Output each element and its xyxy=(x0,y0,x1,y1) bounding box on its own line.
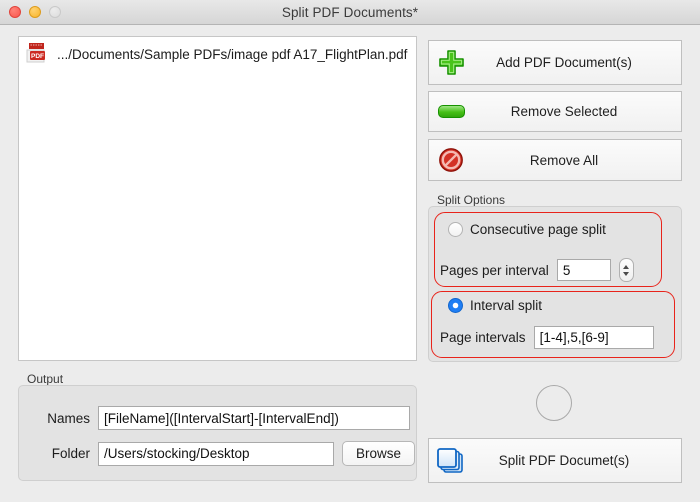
pdf-file-list[interactable]: PDF .../Documents/Sample PDFs/image pdf … xyxy=(18,36,417,361)
remove-selected-button[interactable]: Remove Selected xyxy=(428,91,682,132)
consecutive-page-split-label: Consecutive page split xyxy=(470,222,606,237)
split-options-group-label: Split Options xyxy=(437,193,506,207)
green-plus-icon xyxy=(429,49,473,76)
split-pdf-documents-label: Split PDF Documet(s) xyxy=(498,453,630,468)
pages-per-interval-stepper[interactable] xyxy=(618,258,634,282)
split-pdf-window: Split PDF Documents* PDF .../Documents/S… xyxy=(0,0,700,502)
remove-all-label: Remove All xyxy=(529,152,599,168)
remove-selected-label: Remove Selected xyxy=(510,104,618,119)
output-group xyxy=(18,385,417,481)
red-no-entry-icon xyxy=(429,147,473,173)
output-folder-row: Folder /Users/stocking/Desktop Browse xyxy=(35,441,416,466)
pages-per-interval-label: Pages per interval xyxy=(440,262,549,278)
chevron-down-icon[interactable] xyxy=(623,271,630,276)
progress-spinner xyxy=(536,385,572,421)
output-names-input[interactable]: [FileName]([IntervalStart]-[IntervalEnd]… xyxy=(98,406,410,430)
remove-all-button[interactable]: Remove All xyxy=(428,139,682,181)
browse-button[interactable]: Browse xyxy=(342,441,416,466)
list-item-label: .../Documents/Sample PDFs/image pdf A17_… xyxy=(57,46,408,62)
interval-split-radio[interactable]: Interval split xyxy=(448,298,542,313)
consecutive-page-split-radio[interactable]: Consecutive page split xyxy=(448,222,606,237)
close-button[interactable] xyxy=(9,6,21,18)
green-minus-icon xyxy=(429,105,473,118)
page-intervals-label: Page intervals xyxy=(440,330,526,345)
output-group-label: Output xyxy=(27,372,64,386)
page-intervals-row: Page intervals [1-4],5,[6-9] xyxy=(440,326,654,349)
window-controls xyxy=(9,6,61,18)
add-pdf-documents-button[interactable]: Add PDF Document(s) xyxy=(428,40,682,85)
page-intervals-input[interactable]: [1-4],5,[6-9] xyxy=(533,326,654,349)
output-folder-input[interactable]: /Users/stocking/Desktop xyxy=(98,441,334,466)
radio-indicator-off-icon[interactable] xyxy=(448,222,463,237)
list-item[interactable]: PDF .../Documents/Sample PDFs/image pdf … xyxy=(19,37,416,71)
zoom-button[interactable] xyxy=(49,6,61,18)
interval-split-label: Interval split xyxy=(470,298,543,313)
minimize-button[interactable] xyxy=(29,6,41,18)
pages-per-interval-row: Pages per interval 5 xyxy=(440,258,634,282)
pdf-file-icon: PDF xyxy=(26,42,48,66)
title-bar: Split PDF Documents* xyxy=(0,0,700,25)
chevron-up-icon[interactable] xyxy=(623,264,630,269)
output-names-label: Names xyxy=(47,410,90,426)
pages-per-interval-input[interactable]: 5 xyxy=(556,259,611,281)
output-names-row: Names [FileName]([IntervalStart]-[Interv… xyxy=(35,406,410,430)
radio-indicator-on-icon[interactable] xyxy=(448,298,463,313)
add-pdf-documents-label: Add PDF Document(s) xyxy=(496,55,632,70)
output-folder-label: Folder xyxy=(51,446,90,461)
svg-text:PDF: PDF xyxy=(31,53,44,60)
blue-pages-icon xyxy=(429,447,473,475)
split-pdf-documents-button[interactable]: Split PDF Documet(s) xyxy=(428,438,682,483)
window-title: Split PDF Documents* xyxy=(281,4,419,20)
